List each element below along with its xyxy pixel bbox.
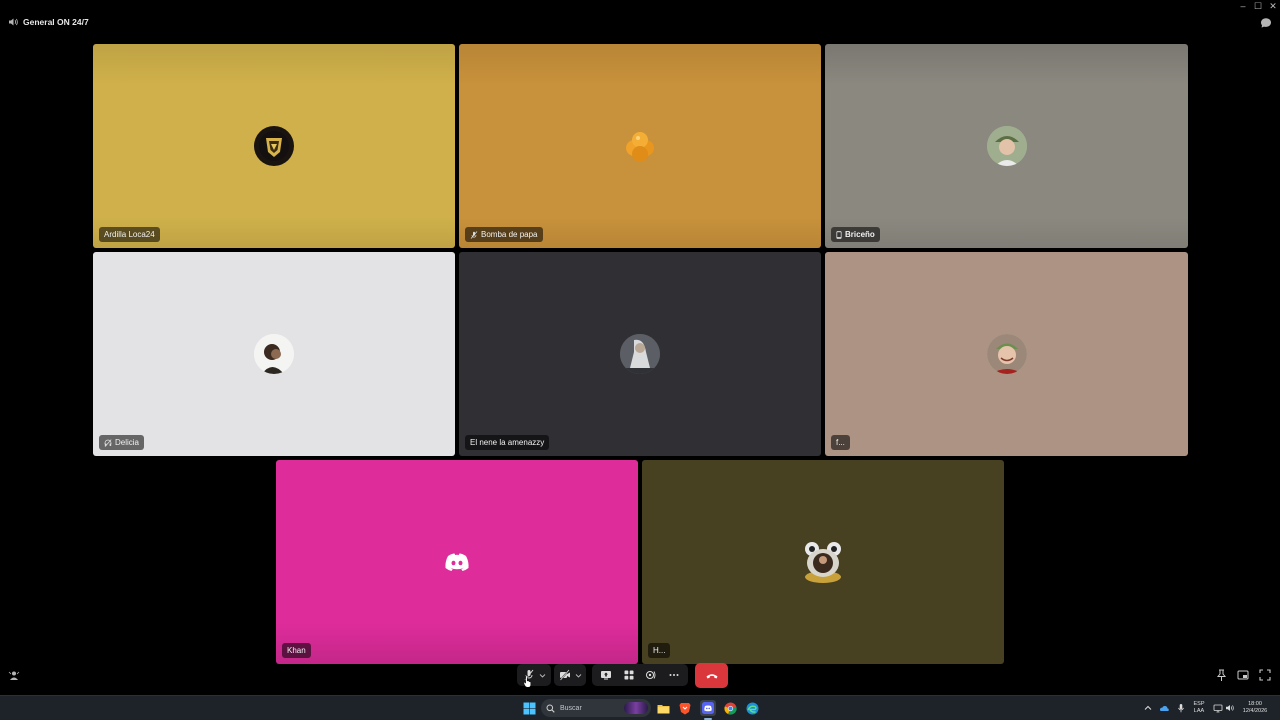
hang-up-icon[interactable] [705, 671, 719, 681]
participant-name: El nene la amenazzy [465, 435, 550, 450]
more-icon[interactable] [668, 669, 680, 681]
user-avatar [800, 539, 846, 585]
participant-name: Ardilla Loca24 [99, 227, 160, 242]
participant-name: Briceño [831, 227, 880, 242]
soundboard-icon[interactable] [645, 669, 657, 681]
maximize-button[interactable]: ☐ [1251, 1, 1265, 12]
language-indicator[interactable]: ESP LAA [1190, 701, 1208, 715]
speaker-icon [9, 18, 18, 26]
windows-taskbar: Buscar ESP LAA 18:00 12/4/2026 [0, 695, 1280, 720]
muted-mic-icon [470, 230, 478, 239]
minimize-button[interactable]: – [1236, 1, 1250, 11]
channel-name: General ON 24/7 [23, 17, 89, 27]
participant-tile[interactable]: Ardilla Loca24 [93, 44, 455, 248]
chrome-icon[interactable] [722, 700, 738, 716]
chat-icon[interactable] [1260, 17, 1272, 29]
network-icon[interactable] [1213, 703, 1223, 713]
participant-tile[interactable]: H... [642, 460, 1004, 664]
participant-name: H... [648, 643, 671, 658]
user-avatar [254, 126, 294, 166]
participant-name: Delicia [99, 435, 145, 450]
call-controls [0, 663, 1280, 688]
user-avatar [986, 334, 1027, 374]
user-avatar [254, 334, 294, 374]
camera-control[interactable] [554, 664, 586, 686]
disconnect-button[interactable] [695, 663, 728, 688]
activities-icon[interactable] [623, 669, 635, 681]
screen-share-icon[interactable] [600, 669, 612, 681]
windows-logo-icon[interactable] [523, 702, 536, 715]
mouse-cursor-icon [523, 675, 532, 688]
camera-off-icon[interactable] [559, 669, 571, 681]
participant-tile[interactable]: Delicia [93, 252, 455, 456]
brave-browser-icon[interactable] [677, 700, 693, 716]
taskbar-search[interactable]: Buscar [541, 699, 651, 717]
search-placeholder: Buscar [560, 704, 582, 712]
voice-status-icon[interactable] [8, 670, 20, 682]
onedrive-icon[interactable] [1159, 703, 1169, 713]
user-avatar [620, 334, 660, 374]
chevron-up-icon[interactable] [1144, 704, 1152, 712]
participant-tile[interactable]: Khan [276, 460, 638, 664]
discord-taskbar-icon[interactable] [700, 700, 716, 716]
pin-icon[interactable] [1216, 669, 1227, 682]
close-button[interactable]: ✕ [1266, 1, 1280, 12]
participant-tile[interactable]: Briceño [825, 44, 1188, 248]
fullscreen-icon[interactable] [1259, 669, 1271, 681]
phone-icon [836, 230, 842, 239]
participant-name: Bomba de papa [465, 227, 543, 242]
user-avatar [986, 126, 1027, 166]
deafened-icon [104, 438, 112, 447]
discord-logo-icon [442, 547, 472, 577]
window-titlebar: – ☐ ✕ [0, 0, 1280, 12]
participant-tile[interactable]: El nene la amenazzy [459, 252, 821, 456]
search-icon [546, 704, 555, 713]
chevron-down-icon[interactable] [539, 672, 546, 679]
participant-tile[interactable]: f... [825, 252, 1188, 456]
edge-browser-icon[interactable] [744, 700, 760, 716]
participant-name: Khan [282, 643, 311, 658]
action-group [592, 664, 688, 686]
start-button[interactable] [521, 700, 537, 716]
volume-icon[interactable] [1225, 703, 1235, 713]
user-avatar [620, 126, 660, 166]
chevron-down-icon[interactable] [575, 672, 582, 679]
search-highlight-image [624, 702, 648, 714]
microphone-tray-icon[interactable] [1176, 703, 1186, 713]
participant-name: f... [831, 435, 850, 450]
participant-tile[interactable]: Bomba de papa [459, 44, 821, 248]
channel-header: General ON 24/7 [8, 17, 89, 27]
clock[interactable]: 18:00 12/4/2026 [1238, 701, 1272, 715]
file-explorer-icon[interactable] [655, 700, 671, 716]
popout-icon[interactable] [1237, 669, 1249, 681]
